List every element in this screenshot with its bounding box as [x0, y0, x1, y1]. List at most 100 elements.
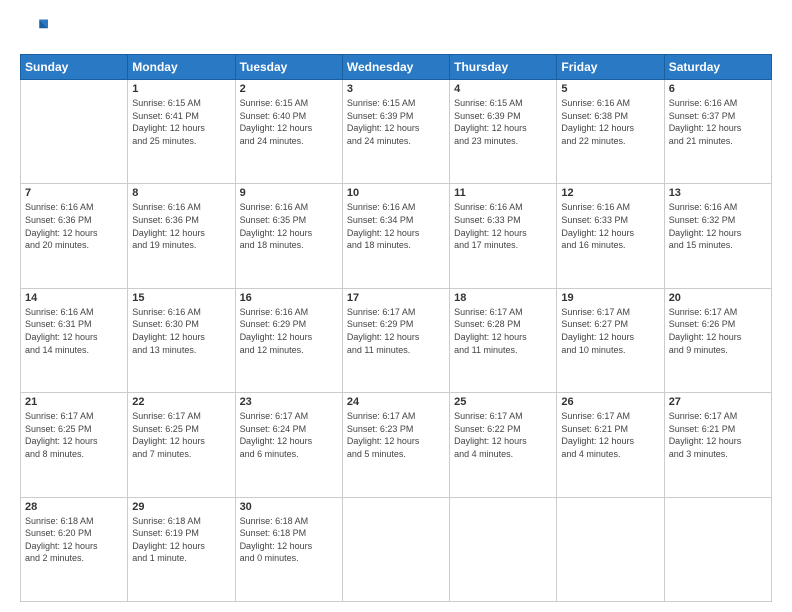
day-number: 13 [669, 187, 767, 199]
day-number: 23 [240, 396, 338, 408]
calendar-cell: 5 Sunrise: 6:16 AM Sunset: 6:38 PM Daylig… [557, 80, 664, 184]
calendar-week-3: 14Sunrise: 6:16 AM Sunset: 6:31 PM Dayli… [21, 288, 772, 392]
day-number: 5 [561, 83, 659, 95]
day-info: Sunrise: 6:16 AM Sunset: 6:33 PM Dayligh… [561, 201, 659, 251]
day-info: Sunrise: 6:17 AM Sunset: 6:27 PM Dayligh… [561, 306, 659, 356]
weekday-wednesday: Wednesday [342, 55, 449, 80]
calendar-cell: 16Sunrise: 6:16 AM Sunset: 6:29 PM Dayli… [235, 288, 342, 392]
calendar-cell: 21 Sunrise: 6:17 AM Sunset: 6:25 PM Dayli… [21, 393, 128, 497]
calendar-cell: 8 Sunrise: 6:16 AM Sunset: 6:36 PM Daylig… [128, 184, 235, 288]
day-number: 3 [347, 83, 445, 95]
day-number: 11 [454, 187, 552, 199]
day-number: 15 [132, 292, 230, 304]
day-number: 16 [240, 292, 338, 304]
day-number: 19 [561, 292, 659, 304]
calendar-cell [21, 80, 128, 184]
calendar-cell: 6 Sunrise: 6:16 AM Sunset: 6:37 PM Daylig… [664, 80, 771, 184]
day-info: Sunrise: 6:16 AM Sunset: 6:35 PM Dayligh… [240, 201, 338, 251]
calendar-cell: 2 Sunrise: 6:15 AM Sunset: 6:40 PM Daylig… [235, 80, 342, 184]
day-number: 27 [669, 396, 767, 408]
weekday-saturday: Saturday [664, 55, 771, 80]
day-number: 20 [669, 292, 767, 304]
day-info: Sunrise: 6:17 AM Sunset: 6:25 PM Dayligh… [25, 410, 123, 460]
day-info: Sunrise: 6:15 AM Sunset: 6:41 PM Dayligh… [132, 97, 230, 147]
day-info: Sunrise: 6:17 AM Sunset: 6:21 PM Dayligh… [669, 410, 767, 460]
calendar-cell: 27 Sunrise: 6:17 AM Sunset: 6:21 PM Dayli… [664, 393, 771, 497]
calendar-cell [664, 497, 771, 601]
day-info: Sunrise: 6:17 AM Sunset: 6:25 PM Dayligh… [132, 410, 230, 460]
calendar-week-5: 28 Sunrise: 6:18 AM Sunset: 6:20 PM Dayli… [21, 497, 772, 601]
day-info: Sunrise: 6:16 AM Sunset: 6:38 PM Dayligh… [561, 97, 659, 147]
day-info: Sunrise: 6:16 AM Sunset: 6:34 PM Dayligh… [347, 201, 445, 251]
calendar-cell [557, 497, 664, 601]
day-number: 8 [132, 187, 230, 199]
day-number: 22 [132, 396, 230, 408]
day-number: 9 [240, 187, 338, 199]
day-info: Sunrise: 6:16 AM Sunset: 6:33 PM Dayligh… [454, 201, 552, 251]
calendar-cell: 12 Sunrise: 6:16 AM Sunset: 6:33 PM Dayli… [557, 184, 664, 288]
calendar-cell: 22 Sunrise: 6:17 AM Sunset: 6:25 PM Dayli… [128, 393, 235, 497]
calendar-cell: 10 Sunrise: 6:16 AM Sunset: 6:34 PM Dayli… [342, 184, 449, 288]
calendar-week-2: 7 Sunrise: 6:16 AM Sunset: 6:36 PM Daylig… [21, 184, 772, 288]
calendar-cell [342, 497, 449, 601]
weekday-header-row: SundayMondayTuesdayWednesdayThursdayFrid… [21, 55, 772, 80]
day-number: 17 [347, 292, 445, 304]
calendar: SundayMondayTuesdayWednesdayThursdayFrid… [20, 54, 772, 602]
day-number: 21 [25, 396, 123, 408]
header [20, 16, 772, 44]
day-info: Sunrise: 6:17 AM Sunset: 6:22 PM Dayligh… [454, 410, 552, 460]
day-number: 1 [132, 83, 230, 95]
calendar-cell [450, 497, 557, 601]
calendar-cell: 9 Sunrise: 6:16 AM Sunset: 6:35 PM Daylig… [235, 184, 342, 288]
logo [20, 16, 52, 44]
calendar-cell: 13Sunrise: 6:16 AM Sunset: 6:32 PM Dayli… [664, 184, 771, 288]
day-number: 24 [347, 396, 445, 408]
calendar-cell: 28 Sunrise: 6:18 AM Sunset: 6:20 PM Dayli… [21, 497, 128, 601]
weekday-tuesday: Tuesday [235, 55, 342, 80]
day-info: Sunrise: 6:17 AM Sunset: 6:24 PM Dayligh… [240, 410, 338, 460]
day-info: Sunrise: 6:17 AM Sunset: 6:21 PM Dayligh… [561, 410, 659, 460]
calendar-cell: 7 Sunrise: 6:16 AM Sunset: 6:36 PM Daylig… [21, 184, 128, 288]
day-number: 26 [561, 396, 659, 408]
day-info: Sunrise: 6:17 AM Sunset: 6:29 PM Dayligh… [347, 306, 445, 356]
calendar-cell: 11 Sunrise: 6:16 AM Sunset: 6:33 PM Dayli… [450, 184, 557, 288]
day-info: Sunrise: 6:17 AM Sunset: 6:23 PM Dayligh… [347, 410, 445, 460]
calendar-cell: 3Sunrise: 6:15 AM Sunset: 6:39 PM Daylig… [342, 80, 449, 184]
day-info: Sunrise: 6:17 AM Sunset: 6:28 PM Dayligh… [454, 306, 552, 356]
day-number: 28 [25, 501, 123, 513]
logo-icon [20, 16, 48, 44]
calendar-cell: 1 Sunrise: 6:15 AM Sunset: 6:41 PM Daylig… [128, 80, 235, 184]
day-info: Sunrise: 6:18 AM Sunset: 6:20 PM Dayligh… [25, 515, 123, 565]
calendar-cell: 4Sunrise: 6:15 AM Sunset: 6:39 PM Daylig… [450, 80, 557, 184]
weekday-thursday: Thursday [450, 55, 557, 80]
page: SundayMondayTuesdayWednesdayThursdayFrid… [0, 0, 792, 612]
day-number: 4 [454, 83, 552, 95]
calendar-cell: 29 Sunrise: 6:18 AM Sunset: 6:19 PM Dayli… [128, 497, 235, 601]
calendar-cell: 17 Sunrise: 6:17 AM Sunset: 6:29 PM Dayli… [342, 288, 449, 392]
calendar-cell: 26 Sunrise: 6:17 AM Sunset: 6:21 PM Dayli… [557, 393, 664, 497]
day-number: 12 [561, 187, 659, 199]
day-info: Sunrise: 6:16 AM Sunset: 6:37 PM Dayligh… [669, 97, 767, 147]
day-number: 30 [240, 501, 338, 513]
day-info: Sunrise: 6:16 AM Sunset: 6:36 PM Dayligh… [25, 201, 123, 251]
day-info: Sunrise: 6:16 AM Sunset: 6:36 PM Dayligh… [132, 201, 230, 251]
day-info: Sunrise: 6:16 AM Sunset: 6:30 PM Dayligh… [132, 306, 230, 356]
day-info: Sunrise: 6:18 AM Sunset: 6:19 PM Dayligh… [132, 515, 230, 565]
day-info: Sunrise: 6:16 AM Sunset: 6:31 PM Dayligh… [25, 306, 123, 356]
day-number: 29 [132, 501, 230, 513]
day-number: 2 [240, 83, 338, 95]
day-number: 10 [347, 187, 445, 199]
day-number: 6 [669, 83, 767, 95]
day-info: Sunrise: 6:18 AM Sunset: 6:18 PM Dayligh… [240, 515, 338, 565]
day-number: 7 [25, 187, 123, 199]
calendar-cell: 18 Sunrise: 6:17 AM Sunset: 6:28 PM Dayli… [450, 288, 557, 392]
calendar-week-4: 21 Sunrise: 6:17 AM Sunset: 6:25 PM Dayli… [21, 393, 772, 497]
weekday-sunday: Sunday [21, 55, 128, 80]
day-info: Sunrise: 6:15 AM Sunset: 6:40 PM Dayligh… [240, 97, 338, 147]
calendar-cell: 15 Sunrise: 6:16 AM Sunset: 6:30 PM Dayli… [128, 288, 235, 392]
calendar-cell: 23 Sunrise: 6:17 AM Sunset: 6:24 PM Dayli… [235, 393, 342, 497]
calendar-cell: 20Sunrise: 6:17 AM Sunset: 6:26 PM Dayli… [664, 288, 771, 392]
day-number: 18 [454, 292, 552, 304]
weekday-friday: Friday [557, 55, 664, 80]
weekday-monday: Monday [128, 55, 235, 80]
